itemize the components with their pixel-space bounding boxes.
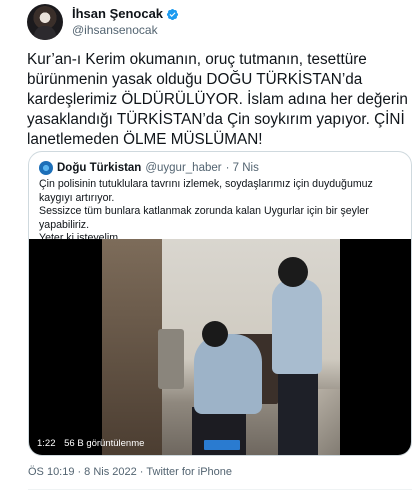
tweet-footer: ÖS 10:19 · 8 Nis 2022 · Twitter for iPhone (28, 466, 232, 478)
author-handle[interactable]: @ihsansenocak (72, 22, 179, 38)
quoted-display-name: Doğu Türkistan (57, 162, 142, 174)
tweet-header: İhsan Şenocak @ihsansenocak (27, 4, 179, 40)
author-info: İhsan Şenocak @ihsansenocak (72, 6, 179, 38)
quoted-tweet-text: Çin polisinin tutuklulara tavrını izleme… (39, 178, 373, 244)
footer-separator: · (77, 466, 82, 478)
tweet-source[interactable]: Twitter for iPhone (146, 466, 232, 478)
quoted-time: · 7 Nis (225, 162, 259, 174)
tweet: İhsan Şenocak @ihsansenocak Kur’an-ı Ker… (0, 0, 419, 494)
quoted-tweet-header: Doğu Türkistan @uygur_haber · 7 Nis (39, 161, 259, 175)
tweet-text: Kur’an-ı Kerim okumanın, oruç tutmanın, … (27, 51, 408, 148)
quoted-handle: @uygur_haber (145, 162, 222, 174)
quoted-avatar (39, 161, 53, 175)
video-duration: 1:22 (37, 438, 56, 449)
video-thumbnail (102, 239, 340, 455)
avatar[interactable] (27, 4, 63, 40)
quoted-tweet[interactable]: Doğu Türkistan @uygur_haber · 7 Nis Çin … (28, 151, 412, 456)
video-views: 56 B görüntülenme (64, 438, 145, 449)
footer-separator: · (139, 466, 144, 478)
author-display-name[interactable]: İhsan Şenocak (72, 6, 163, 22)
tweet-date[interactable]: 8 Nis 2022 (84, 466, 137, 478)
tweet-time[interactable]: ÖS 10:19 (28, 466, 74, 478)
verified-badge-icon (166, 8, 179, 20)
video-info: 1:22 56 B görüntülenme (37, 438, 150, 449)
name-row: İhsan Şenocak (72, 6, 179, 22)
video-player[interactable]: 1:22 56 B görüntülenme (29, 239, 411, 455)
divider (28, 489, 412, 490)
channel-logo (204, 440, 240, 450)
